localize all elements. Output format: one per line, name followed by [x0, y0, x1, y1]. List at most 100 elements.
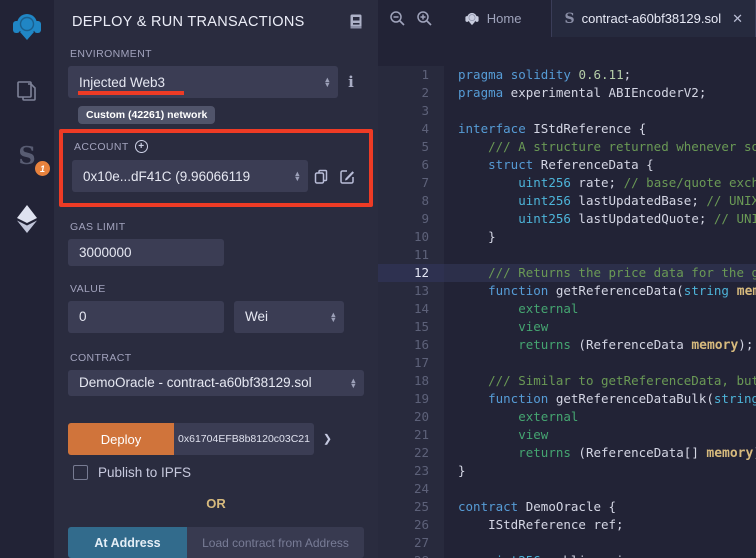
panel-title: DEPLOY & RUN TRANSACTIONS [72, 14, 305, 30]
code-text: pragma solidity 0.6.11; [444, 66, 756, 84]
environment-info-icon[interactable]: i [338, 73, 364, 91]
file-explorer-icon[interactable] [8, 72, 46, 110]
line-number: 21 [378, 426, 444, 444]
account-label: ACCOUNT [74, 141, 129, 153]
code-text: } [444, 228, 756, 246]
code-text: interface IStdReference { [444, 120, 756, 138]
line-number: 9 [378, 210, 444, 228]
line-number: 16 [378, 336, 444, 354]
icon-sidebar: S 1 [0, 0, 54, 558]
select-arrows-icon: ▲▼ [350, 378, 357, 388]
code-line: 7 uint256 rate; // base/quote exchange [378, 174, 756, 192]
panel-header: DEPLOY & RUN TRANSACTIONS [68, 0, 364, 32]
deploy-args-input[interactable]: 0x61704EFB8b8120c03C21 [174, 423, 314, 455]
account-select[interactable]: 0x10e...dF41C (9.96066119 ▲▼ [72, 160, 308, 192]
contract-label: CONTRACT [70, 352, 364, 364]
line-number: 10 [378, 228, 444, 246]
zoom-in-icon[interactable] [411, 10, 438, 27]
code-text: function getReferenceData(string memory [444, 282, 756, 300]
environment-label: ENVIRONMENT [70, 48, 364, 60]
or-divider: OR [68, 496, 364, 511]
tab-contract-file[interactable]: S contract-a60bf38129.sol ✕ [551, 0, 756, 37]
tab-file-label: contract-a60bf38129.sol [582, 11, 721, 26]
code-line: 5 /// A structure returned whenever some… [378, 138, 756, 156]
line-number: 26 [378, 516, 444, 534]
code-text: returns (ReferenceData memory); [444, 336, 756, 354]
select-arrows-icon: ▲▼ [324, 77, 331, 87]
code-line: 20 external [378, 408, 756, 426]
line-number: 5 [378, 138, 444, 156]
code-text: returns (ReferenceData[] memory); [444, 444, 756, 462]
code-text: struct ReferenceData { [444, 156, 756, 174]
code-line: 3 [378, 102, 756, 120]
compiler-s-glyph: S [18, 141, 35, 170]
code-line: 9 uint256 lastUpdatedQuote; // UNIX ep [378, 210, 756, 228]
environment-value: Injected Web3 [79, 75, 165, 90]
environment-select[interactable]: Injected Web3 ▲▼ [68, 66, 338, 98]
value-unit-select[interactable]: Wei ▲▼ [234, 301, 344, 333]
value-input[interactable]: 0 [68, 301, 224, 333]
line-number: 28 [378, 552, 444, 558]
line-number: 1 [378, 66, 444, 84]
code-line: 8 uint256 lastUpdatedBase; // UNIX epoch [378, 192, 756, 210]
code-line: 4interface IStdReference { [378, 120, 756, 138]
remix-logo [10, 10, 44, 44]
line-number: 2 [378, 84, 444, 102]
code-text: pragma experimental ABIEncoderV2; [444, 84, 756, 102]
code-line: 10 } [378, 228, 756, 246]
chevron-down-icon[interactable]: ❭ [322, 433, 333, 446]
gas-limit-value: 3000000 [79, 245, 132, 260]
code-line: 17 [378, 354, 756, 372]
gas-limit-input[interactable]: 3000000 [68, 239, 224, 266]
copy-account-icon[interactable] [308, 169, 334, 184]
solidity-compiler-icon[interactable]: S 1 [8, 136, 46, 174]
line-number: 3 [378, 102, 444, 120]
deploy-run-icon[interactable] [8, 200, 46, 238]
remix-logo-icon[interactable] [8, 8, 46, 46]
tab-home-label: Home [487, 11, 522, 26]
code-text [444, 534, 756, 552]
contract-select[interactable]: DemoOracle - contract-a60bf38129.sol ▲▼ [68, 370, 364, 397]
publish-ipfs-checkbox[interactable] [73, 465, 88, 480]
ethereum-icon [14, 204, 40, 234]
select-arrows-icon: ▲▼ [330, 312, 337, 322]
code-line: 2pragma experimental ABIEncoderV2; [378, 84, 756, 102]
line-number: 12 [378, 264, 444, 282]
line-number: 17 [378, 354, 444, 372]
at-address-button[interactable]: At Address [68, 527, 187, 558]
documentation-icon[interactable] [348, 13, 364, 30]
zoom-out-icon[interactable] [384, 10, 411, 27]
line-number: 13 [378, 282, 444, 300]
code-text: uint256 public price; [444, 552, 756, 558]
publish-ipfs-label: Publish to IPFS [98, 465, 191, 480]
line-number: 18 [378, 372, 444, 390]
code-text: IStdReference ref; [444, 516, 756, 534]
editor-area: Home S contract-a60bf38129.sol ✕ 1pragma… [378, 0, 756, 558]
red-underline-annotation [78, 91, 184, 95]
line-number: 15 [378, 318, 444, 336]
code-editor[interactable]: 1pragma solidity 0.6.11;2pragma experime… [378, 37, 756, 558]
remix-app: S 1 DEPLOY & RUN TRANSACTIONS ENVIRONMEN… [0, 0, 756, 558]
code-text: view [444, 318, 756, 336]
code-line: 16 returns (ReferenceData memory); [378, 336, 756, 354]
add-account-icon[interactable]: + [135, 140, 148, 153]
deploy-run-panel: DEPLOY & RUN TRANSACTIONS ENVIRONMENT In… [54, 0, 378, 558]
edit-account-icon[interactable] [334, 169, 360, 184]
tab-home[interactable]: Home [452, 0, 534, 37]
code-text: /// A structure returned whenever someon… [444, 138, 756, 156]
deploy-button[interactable]: Deploy [68, 423, 174, 455]
code-text: /// Returns the price data for the given [444, 264, 756, 282]
compiler-badge: 1 [35, 161, 50, 176]
code-line: 27 [378, 534, 756, 552]
code-line: 1pragma solidity 0.6.11; [378, 66, 756, 84]
code-text: external [444, 300, 756, 318]
at-address-input[interactable]: Load contract from Address [187, 527, 364, 558]
line-number: 19 [378, 390, 444, 408]
line-number: 23 [378, 462, 444, 480]
close-tab-icon[interactable]: ✕ [732, 11, 743, 27]
code-line: 28 uint256 public price; [378, 552, 756, 558]
contract-value: DemoOracle - contract-a60bf38129.sol [79, 375, 312, 390]
code-line: 24 [378, 480, 756, 498]
code-line: 26 IStdReference ref; [378, 516, 756, 534]
line-number: 20 [378, 408, 444, 426]
